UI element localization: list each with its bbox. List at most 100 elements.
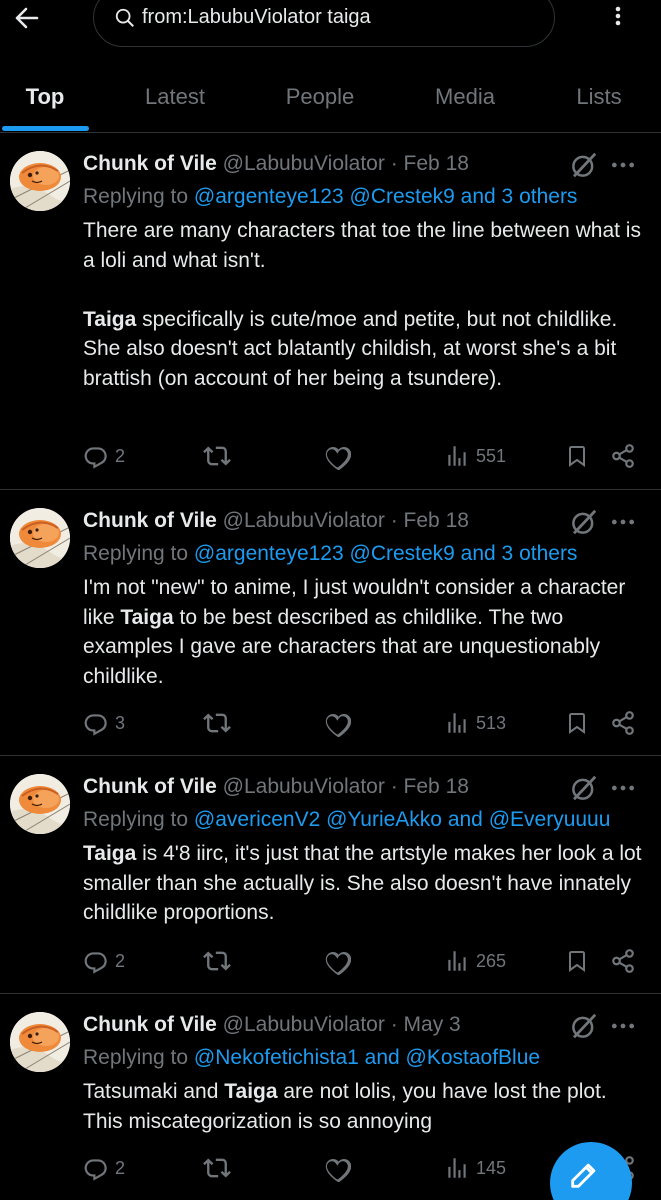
bookmark-button[interactable] (565, 441, 589, 471)
highlighted-term: Taiga (83, 307, 137, 331)
handle[interactable]: @LabubuViolator (223, 1013, 385, 1036)
handle[interactable]: @LabubuViolator (223, 509, 385, 532)
highlighted-term: Taiga (224, 1080, 278, 1103)
reply-button[interactable]: 2 (83, 1153, 125, 1183)
reply-mentions[interactable]: @avericenV2 @YurieAkko and @Everyuuuu (194, 808, 611, 831)
tweet-header: Chunk of Vile @LabubuViolator · Feb 18 (83, 775, 469, 799)
tweet-paragraph-rest: specifically is cute/moe and petite, but… (83, 307, 618, 390)
heart-icon (324, 948, 351, 975)
views-button[interactable]: 265 (444, 946, 506, 976)
retweet-button[interactable] (203, 1153, 231, 1183)
reply-button[interactable]: 3 (83, 708, 125, 738)
like-button[interactable] (324, 1153, 351, 1183)
reply-count: 2 (115, 445, 126, 466)
replying-prefix: Replying to (83, 542, 189, 565)
grok-icon[interactable] (569, 507, 599, 537)
dot-separator: · (390, 775, 398, 798)
share-button[interactable] (610, 946, 636, 976)
view-count: 513 (476, 712, 507, 733)
tweet-date[interactable]: May 3 (404, 1013, 461, 1036)
like-button[interactable] (324, 441, 351, 471)
display-name[interactable]: Chunk of Vile (83, 775, 217, 798)
reply-mentions[interactable]: @argenteye123 @Crestek9 and 3 others (194, 185, 578, 208)
search-input[interactable]: from:LabubuViolator taiga (142, 6, 371, 29)
avatar[interactable] (10, 1012, 70, 1072)
tweet-date[interactable]: Feb 18 (404, 509, 469, 532)
arrow-left-icon (15, 7, 39, 29)
grok-icon[interactable] (569, 773, 599, 803)
dot-separator: · (390, 509, 398, 532)
more-dots-icon[interactable] (610, 1019, 636, 1033)
tab-lists[interactable]: Lists (540, 62, 658, 132)
tweet-date[interactable]: Feb 18 (404, 152, 469, 175)
tweet[interactable]: Chunk of Vile @LabubuViolator · Feb 18 R… (0, 757, 661, 994)
grok-icon[interactable] (569, 150, 599, 180)
tab-people[interactable]: People (255, 62, 385, 132)
display-name[interactable]: Chunk of Vile (83, 152, 217, 175)
handle[interactable]: @LabubuViolator (223, 775, 385, 798)
display-name[interactable]: Chunk of Vile (83, 1013, 217, 1036)
reply-icon (83, 1155, 109, 1181)
replying-to: Replying to @argenteye123 @Crestek9 and … (83, 185, 577, 209)
tweet-text: Taiga is 4'8 iirc, it's just that the ar… (83, 839, 643, 928)
reply-count: 2 (115, 1157, 126, 1178)
views-button[interactable]: 145 (444, 1153, 506, 1183)
search-bar[interactable]: from:LabubuViolator taiga (93, 0, 555, 47)
tweet[interactable]: Chunk of Vile @LabubuViolator · Feb 18 R… (0, 491, 661, 756)
more-dots-icon[interactable] (610, 515, 636, 529)
views-button[interactable]: 513 (444, 708, 506, 738)
grok-icon[interactable] (569, 1011, 599, 1041)
tab-media[interactable]: Media (400, 62, 530, 132)
view-count: 551 (476, 445, 507, 466)
heart-icon (324, 710, 351, 737)
tweet[interactable]: Chunk of Vile @LabubuViolator · Feb 18 R… (0, 134, 661, 490)
tweet-actions: 2 265 (0, 946, 661, 976)
like-button[interactable] (324, 946, 351, 976)
bookmark-icon (565, 443, 589, 469)
more-dots-icon[interactable] (610, 158, 636, 172)
share-button[interactable] (610, 441, 636, 471)
retweet-button[interactable] (203, 946, 231, 976)
like-button[interactable] (324, 708, 351, 738)
dot-separator: · (390, 152, 398, 175)
retweet-button[interactable] (203, 708, 231, 738)
avatar[interactable] (10, 774, 70, 834)
more-options-button[interactable] (603, 4, 633, 28)
display-name[interactable]: Chunk of Vile (83, 509, 217, 532)
tab-latest[interactable]: Latest (110, 62, 240, 132)
reply-button[interactable]: 2 (83, 441, 125, 471)
reply-icon (83, 948, 109, 974)
tweet-text: There are many characters that toe the l… (83, 216, 643, 393)
reply-button[interactable]: 2 (83, 946, 125, 976)
views-icon (444, 1155, 470, 1181)
compose-icon (571, 1163, 596, 1188)
bookmark-button[interactable] (565, 946, 589, 976)
reply-count: 3 (115, 712, 126, 733)
tweet-header: Chunk of Vile @LabubuViolator · Feb 18 (83, 509, 469, 533)
retweet-button[interactable] (203, 441, 231, 471)
replying-prefix: Replying to (83, 1046, 189, 1069)
replying-prefix: Replying to (83, 808, 189, 831)
tweet-paragraph: Taiga specifically is cute/moe and petit… (83, 305, 643, 394)
bookmark-button[interactable] (565, 708, 589, 738)
share-button[interactable] (610, 708, 636, 738)
reply-mentions[interactable]: @Nekofetichista1 and @KostaofBlue (194, 1046, 540, 1069)
reply-mentions[interactable]: @argenteye123 @Crestek9 and 3 others (194, 542, 578, 565)
handle[interactable]: @LabubuViolator (223, 152, 385, 175)
avatar[interactable] (10, 508, 70, 568)
dot-separator: · (390, 1013, 398, 1036)
more-dots-icon[interactable] (610, 781, 636, 795)
avatar[interactable] (10, 151, 70, 211)
tweet-paragraph: There are many characters that toe the l… (83, 219, 641, 272)
heart-icon (324, 443, 351, 470)
heart-icon (324, 1155, 351, 1182)
views-button[interactable]: 551 (444, 441, 506, 471)
back-button[interactable] (8, 0, 44, 36)
bookmark-icon (565, 948, 589, 974)
tab-top[interactable]: Top (0, 62, 90, 132)
tweet-date[interactable]: Feb 18 (404, 775, 469, 798)
search-icon (115, 8, 134, 27)
share-icon (610, 710, 636, 736)
reply-icon (83, 443, 109, 469)
view-count: 145 (476, 1157, 507, 1178)
